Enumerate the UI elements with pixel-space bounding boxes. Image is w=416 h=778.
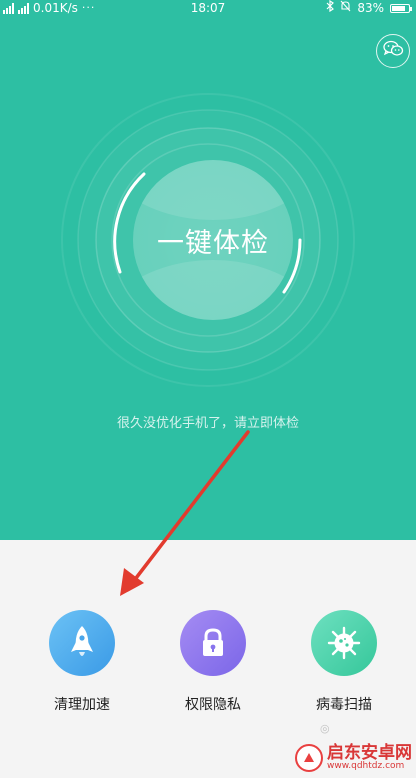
button-highlight-bottom xyxy=(133,260,293,320)
one-click-check-button[interactable]: 一键体检 xyxy=(133,160,293,320)
tool-virus-scan[interactable]: 病毒扫描 xyxy=(289,610,399,714)
battery-icon xyxy=(390,3,412,13)
rocket-icon xyxy=(49,610,115,676)
bluetooth-icon xyxy=(326,0,335,16)
status-right: 83% xyxy=(326,0,412,16)
watermark-faint: ◎ xyxy=(320,722,330,735)
brand-url: www.qdhtdz.com xyxy=(327,761,405,771)
optimization-hint: 很久没优化手机了，请立即体检 xyxy=(116,416,299,431)
tool-label: 清理加速 xyxy=(54,697,110,713)
virus-icon xyxy=(311,610,377,676)
brand-text: 启东安卓网 www.qdhtdz.com xyxy=(327,745,412,771)
brand-name: 启东安卓网 xyxy=(327,743,412,763)
feedback-chat-button[interactable] xyxy=(376,34,410,68)
tool-grid: 清理加速 权限隐私 病毒扫描 xyxy=(0,610,416,720)
tool-permission-privacy[interactable]: 权限隐私 xyxy=(158,610,268,714)
header-panel: 0.01K/s ··· 18:07 83% 一键体检 很久没优化手机了，请立即体… xyxy=(0,0,416,540)
mute-bell-icon xyxy=(340,0,351,16)
status-bar: 0.01K/s ··· 18:07 83% xyxy=(0,0,416,16)
brand-logo-icon xyxy=(295,744,323,772)
tool-label: 权限隐私 xyxy=(185,697,241,713)
tool-label: 病毒扫描 xyxy=(316,697,372,713)
button-highlight-top xyxy=(133,160,293,220)
check-button-label: 一键体检 xyxy=(157,227,269,259)
chat-icon xyxy=(382,40,404,62)
tool-clean-speedup[interactable]: 清理加速 xyxy=(27,610,137,714)
lock-icon xyxy=(180,610,246,676)
site-watermark: 启东安卓网 www.qdhtdz.com xyxy=(295,744,412,772)
battery-percent: 83% xyxy=(357,1,384,15)
